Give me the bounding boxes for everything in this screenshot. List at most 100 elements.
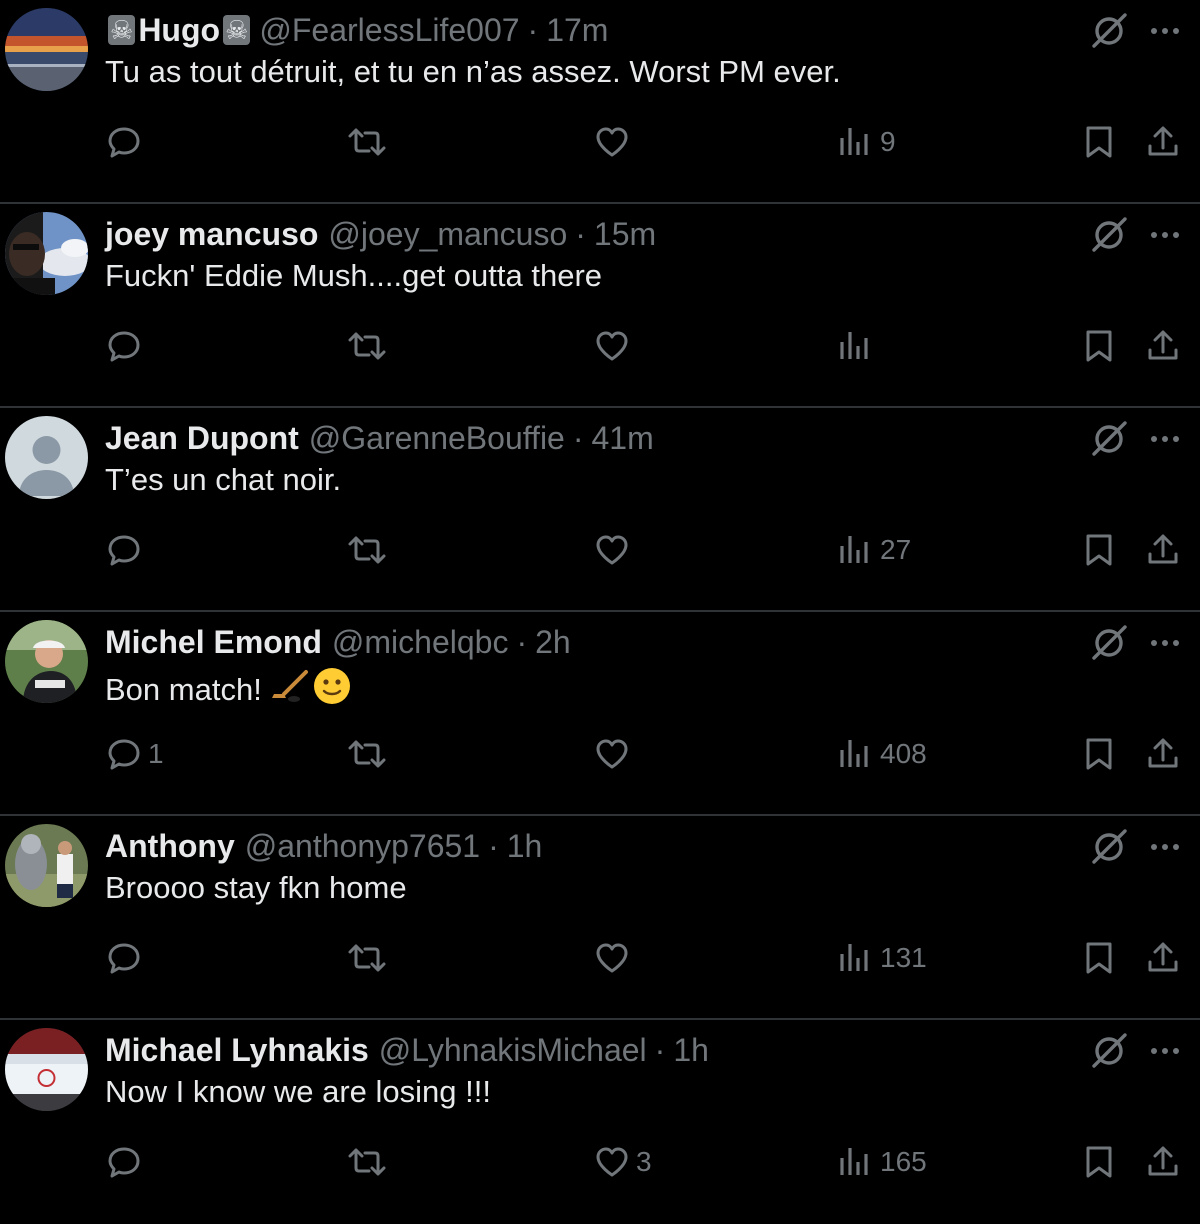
bookmark-button[interactable]: [1083, 730, 1115, 778]
tweet-text-content: Now I know we are losing !!!: [105, 1074, 491, 1109]
grok-icon[interactable]: [1090, 418, 1130, 458]
user-handle[interactable]: @FearlessLife007: [259, 12, 519, 49]
like-button[interactable]: [594, 934, 640, 982]
reply-button[interactable]: [106, 526, 152, 574]
bookmark-button[interactable]: [1083, 322, 1115, 370]
timestamp[interactable]: 1h: [507, 828, 543, 865]
reply-button[interactable]: 1: [106, 730, 164, 778]
share-button[interactable]: [1145, 118, 1181, 166]
avatar[interactable]: [5, 416, 88, 499]
tweet-text: Fuckn' Eddie Mush....get outta there: [105, 258, 602, 294]
user-handle[interactable]: @LyhnakisMichael: [379, 1032, 647, 1069]
view-count: 165: [880, 1146, 927, 1177]
grok-icon[interactable]: [1090, 214, 1130, 254]
avatar[interactable]: [5, 8, 88, 91]
user-handle[interactable]: @joey_mancuso: [328, 216, 567, 253]
share-button[interactable]: [1145, 526, 1181, 574]
heart-icon: [596, 1147, 628, 1177]
separator: ·: [654, 1031, 666, 1068]
grok-icon[interactable]: [1090, 622, 1130, 662]
more-options-icon[interactable]: [1148, 418, 1182, 458]
reply-icon: [108, 943, 140, 974]
tweet-text: Tu as tout détruit, et tu en n’as assez.…: [105, 54, 841, 90]
views-button[interactable]: 9: [838, 118, 896, 166]
retweet-button[interactable]: [347, 730, 397, 778]
reply-button[interactable]: [106, 934, 152, 982]
tweet-text-content: Fuckn' Eddie Mush....get outta there: [105, 258, 603, 293]
timestamp[interactable]: 15m: [594, 216, 656, 253]
more-options-icon[interactable]: [1148, 214, 1182, 254]
tweet[interactable]: ☠ Hugo ☠ @FearlessLife007 · 17m Tu as to…: [0, 0, 1200, 204]
tweet-text: Bon match!: [105, 666, 352, 714]
grok-icon[interactable]: [1090, 1030, 1130, 1070]
user-handle[interactable]: @GarenneBouffie: [309, 420, 565, 457]
bookmark-button[interactable]: [1083, 118, 1115, 166]
reply-button[interactable]: [106, 118, 152, 166]
tweet[interactable]: Anthony @anthonyp7651 · 1h Broooo stay f…: [0, 816, 1200, 1020]
more-options-icon[interactable]: [1148, 10, 1182, 50]
reply-icon: [108, 535, 140, 566]
tweet[interactable]: joey mancuso @joey_mancuso · 15m Fuckn' …: [0, 204, 1200, 408]
heart-icon: [596, 535, 628, 565]
reply-button[interactable]: [106, 322, 152, 370]
like-button[interactable]: 3: [594, 1138, 652, 1186]
tweet-header: Michael Lyhnakis @LyhnakisMichael · 1h: [105, 1028, 709, 1072]
hockey-stick-emoji-icon: [270, 668, 310, 712]
grok-icon[interactable]: [1090, 10, 1130, 50]
grok-icon[interactable]: [1090, 826, 1130, 866]
timestamp[interactable]: 2h: [535, 624, 571, 661]
avatar[interactable]: [5, 1028, 88, 1111]
retweet-button[interactable]: [347, 1138, 397, 1186]
bookmark-icon: [1086, 330, 1112, 362]
display-name[interactable]: Michael Lyhnakis: [105, 1032, 369, 1069]
like-button[interactable]: [594, 730, 640, 778]
like-button[interactable]: [594, 322, 640, 370]
display-name[interactable]: joey mancuso: [105, 216, 318, 253]
bookmark-button[interactable]: [1083, 1138, 1115, 1186]
avatar[interactable]: [5, 212, 88, 295]
avatar[interactable]: [5, 824, 88, 907]
bookmark-button[interactable]: [1083, 526, 1115, 574]
views-button[interactable]: 27: [838, 526, 911, 574]
display-name[interactable]: Anthony: [105, 828, 235, 865]
tweet-header: Anthony @anthonyp7651 · 1h: [105, 824, 542, 868]
user-handle[interactable]: @anthonyp7651: [245, 828, 480, 865]
retweet-button[interactable]: [347, 118, 397, 166]
retweet-button[interactable]: [347, 934, 397, 982]
views-button[interactable]: 165: [838, 1138, 927, 1186]
views-button[interactable]: [838, 322, 880, 370]
tweet[interactable]: Michel Emond @michelqbc · 2h Bon match!: [0, 612, 1200, 816]
timestamp[interactable]: 17m: [546, 12, 608, 49]
display-name[interactable]: Hugo: [138, 12, 220, 49]
share-button[interactable]: [1145, 1138, 1181, 1186]
views-button[interactable]: 408: [838, 730, 927, 778]
share-button[interactable]: [1145, 934, 1181, 982]
like-button[interactable]: [594, 118, 640, 166]
bookmark-icon: [1086, 738, 1112, 770]
tweet[interactable]: Jean Dupont @GarenneBouffie · 41m T’es u…: [0, 408, 1200, 612]
bookmark-button[interactable]: [1083, 934, 1115, 982]
like-count: 3: [636, 1146, 652, 1177]
display-name[interactable]: Jean Dupont: [105, 420, 299, 457]
reply-button[interactable]: [106, 1138, 152, 1186]
more-options-icon[interactable]: [1148, 826, 1182, 866]
share-button[interactable]: [1145, 322, 1181, 370]
more-options-icon[interactable]: [1148, 1030, 1182, 1070]
retweet-button[interactable]: [347, 526, 397, 574]
retweet-button[interactable]: [347, 322, 397, 370]
tweet-actions: 131: [0, 934, 1200, 982]
timestamp[interactable]: 41m: [592, 420, 654, 457]
avatar[interactable]: [5, 620, 88, 703]
share-button[interactable]: [1145, 730, 1181, 778]
user-handle[interactable]: @michelqbc: [332, 624, 509, 661]
retweet-icon: [348, 536, 386, 564]
retweet-icon: [348, 740, 386, 768]
like-button[interactable]: [594, 526, 640, 574]
display-name[interactable]: Michel Emond: [105, 624, 322, 661]
timestamp[interactable]: 1h: [673, 1032, 709, 1069]
views-button[interactable]: 131: [838, 934, 927, 982]
tweet[interactable]: Michael Lyhnakis @LyhnakisMichael · 1h N…: [0, 1020, 1200, 1224]
more-options-icon[interactable]: [1148, 622, 1182, 662]
skull-badge-icon: ☠: [108, 15, 136, 45]
analytics-icon: [840, 1148, 868, 1175]
